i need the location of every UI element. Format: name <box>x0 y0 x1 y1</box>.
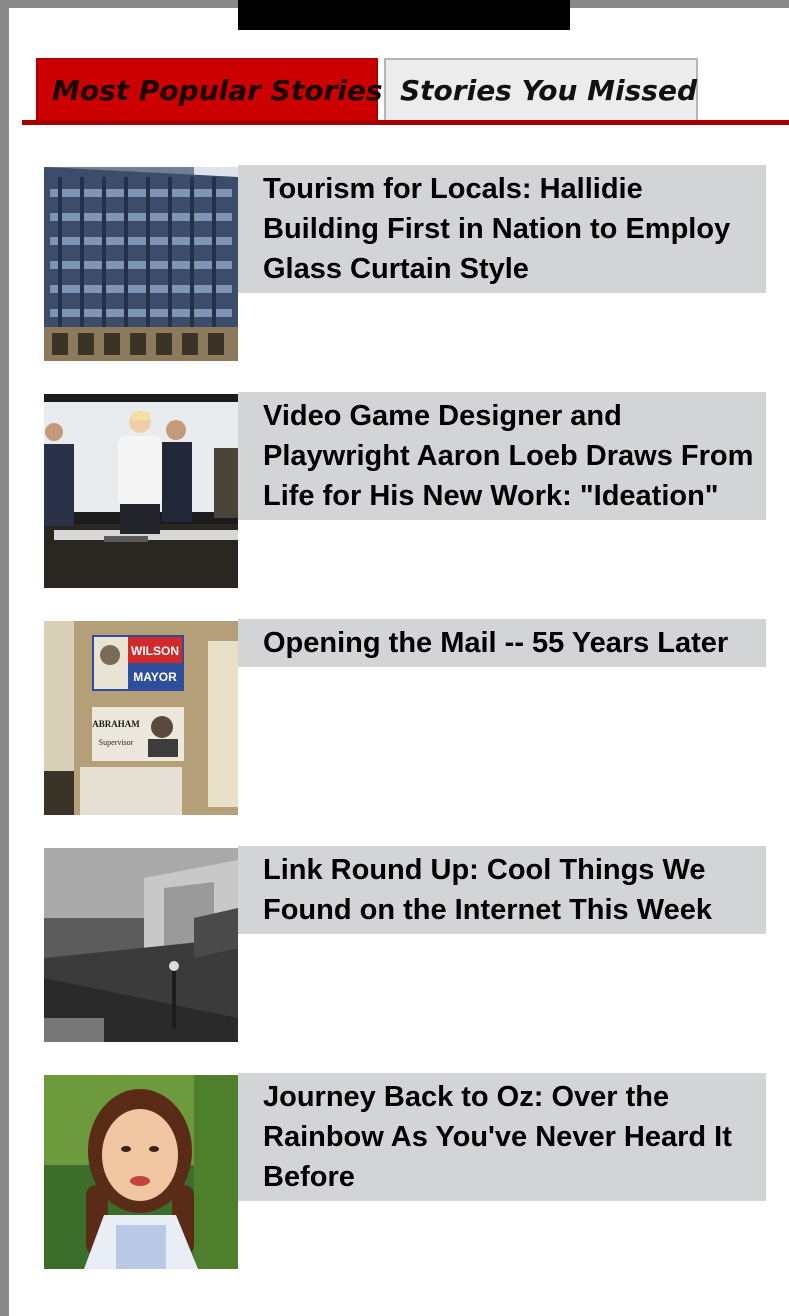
header-bar <box>238 0 570 30</box>
story-item[interactable]: Journey Back to Oz: Over the Rainbow As … <box>44 1073 766 1269</box>
poster-supervisor-text: Supervisor <box>99 738 134 747</box>
story-item[interactable]: Link Round Up: Cool Things We Found on t… <box>44 846 766 1042</box>
story-item[interactable]: WILSON MAYOR ABRAHAM Supervisor Opening … <box>44 619 766 815</box>
story-thumbnail-campaign-posters[interactable]: WILSON MAYOR ABRAHAM Supervisor <box>44 621 238 815</box>
frame-left-border <box>0 0 9 1316</box>
story-item[interactable]: Tourism for Locals: Hallidie Building Fi… <box>44 165 766 361</box>
story-headline[interactable]: Opening the Mail -- 55 Years Later <box>238 619 766 667</box>
poster-mayor-text: MAYOR <box>133 670 177 684</box>
tab-stories-you-missed[interactable]: Stories You Missed <box>384 58 698 120</box>
story-headline[interactable]: Tourism for Locals: Hallidie Building Fi… <box>238 165 766 293</box>
poster-wilson-text: WILSON <box>131 644 179 658</box>
poster-abraham-text: ABRAHAM <box>92 719 140 729</box>
story-thumbnail-glass-building[interactable] <box>44 167 238 361</box>
story-thumbnail-dorothy-portrait[interactable] <box>44 1075 238 1269</box>
tab-underline <box>22 120 789 125</box>
tab-most-popular[interactable]: Most Popular Stories <box>36 58 383 120</box>
story-headline[interactable]: Video Game Designer and Playwright Aaron… <box>238 392 766 520</box>
story-headline[interactable]: Link Round Up: Cool Things We Found on t… <box>238 846 766 934</box>
story-headline[interactable]: Journey Back to Oz: Over the Rainbow As … <box>238 1073 766 1201</box>
story-thumbnail-street-scene[interactable] <box>44 848 238 1042</box>
story-item[interactable]: Video Game Designer and Playwright Aaron… <box>44 392 766 588</box>
story-thumbnail-stage-actors[interactable] <box>44 394 238 588</box>
